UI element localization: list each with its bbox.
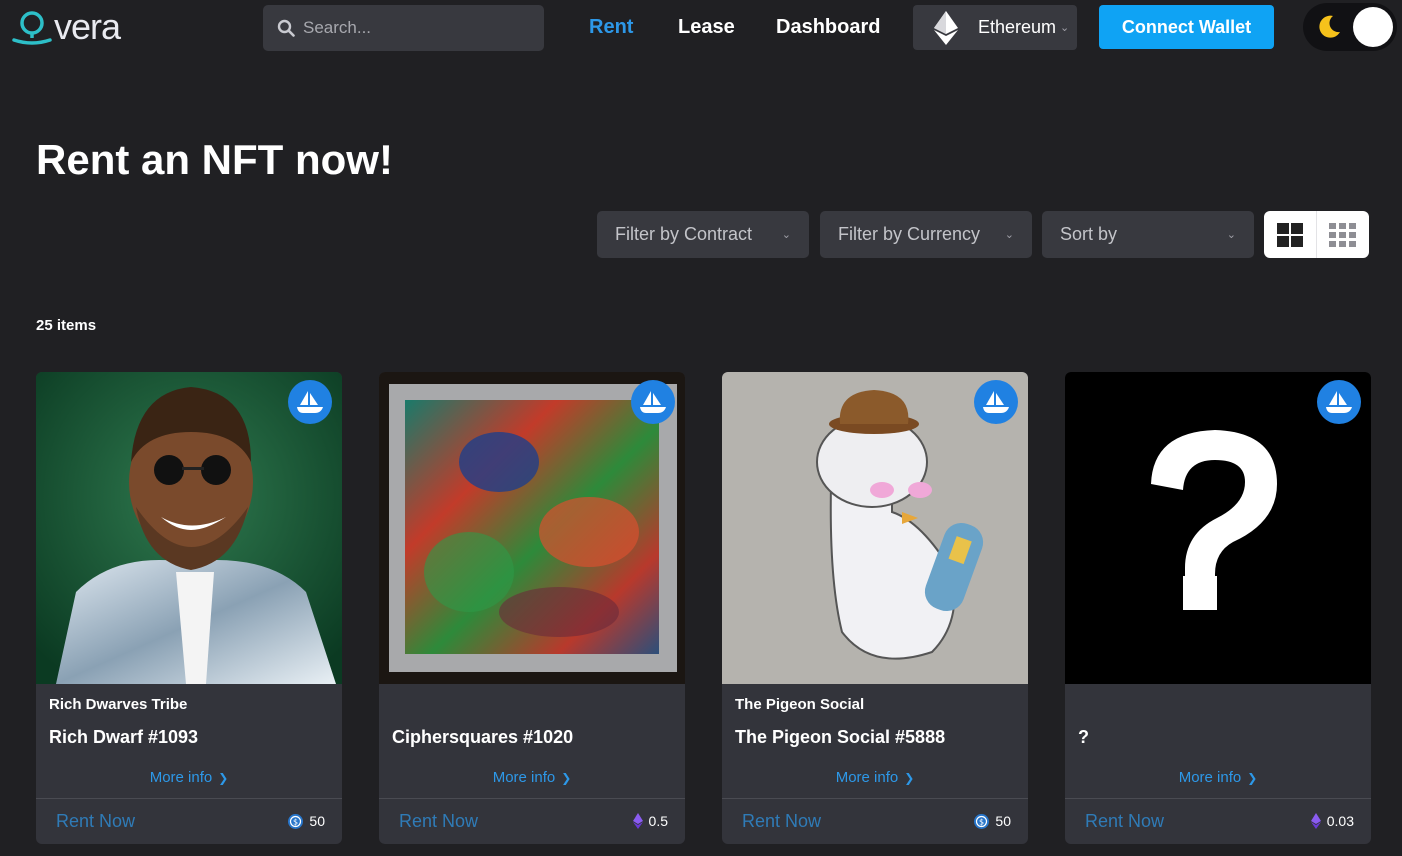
grid-large-view-button[interactable] [1264,211,1316,258]
opensea-link[interactable] [631,380,675,424]
weth-icon [1310,813,1321,829]
price-value: 0.03 [1326,813,1354,829]
filter-contract-label: Filter by Contract [615,224,753,244]
connect-wallet-button[interactable]: Connect Wallet [1099,5,1274,49]
vera-logo[interactable]: vera [12,6,121,47]
theme-toggle[interactable] [1303,3,1397,51]
opensea-icon [1326,391,1352,413]
search-icon [277,19,295,37]
nft-card[interactable]: Ciphersquares #1020 More info ❯ Rent Now … [379,372,685,844]
chevron-right-icon: ❯ [218,771,229,785]
chevron-down-icon: ⌄ [781,229,791,241]
nav-lease[interactable]: Lease [678,16,735,39]
rent-now-button[interactable]: Rent Now [1085,811,1164,832]
nft-name: Ciphersquares #1020 [392,727,574,747]
more-info-label: More info [492,769,556,786]
usdc-icon: $ [288,813,304,829]
more-info-label: More info [835,769,899,786]
opensea-link[interactable] [288,380,332,424]
opensea-icon [297,391,323,413]
svg-text:$: $ [293,817,298,826]
filter-currency-label: Filter by Currency [838,224,981,244]
network-label: Ethereum [978,17,1057,37]
svg-text:$: $ [979,817,984,826]
view-toggle [1264,211,1369,258]
chevron-down-icon: ⌄ [1226,229,1236,241]
nav-dashboard[interactable]: Dashboard [776,16,880,39]
moon-icon [1319,15,1340,38]
card-divider [722,798,1028,799]
nft-card[interactable]: The Pigeon Social The Pigeon Social #588… [722,372,1028,844]
opensea-link[interactable] [1317,380,1361,424]
top-navbar: vera Rent Lease Dashboard Ethereum ⌄ Con… [0,0,1402,58]
opensea-icon [983,391,1009,413]
more-info-link[interactable]: More info ❯ [36,769,342,786]
chevron-down-icon: ⌄ [1060,22,1070,34]
ethereum-icon [934,10,958,45]
nav-rent[interactable]: Rent [589,16,633,39]
more-info-label: More info [1178,769,1242,786]
usdc-icon: $ [974,813,990,829]
sort-label: Sort by [1060,224,1118,244]
weth-icon [632,813,643,829]
grid-small-icon [1329,222,1356,247]
filter-by-contract-dropdown[interactable]: Filter by Contract ⌄ [597,211,809,258]
sort-by-dropdown[interactable]: Sort by ⌄ [1042,211,1254,258]
rent-now-button[interactable]: Rent Now [399,811,478,832]
search-bar[interactable] [263,5,544,51]
grid-large-icon [1277,222,1303,247]
grid-small-view-button[interactable] [1316,211,1368,258]
price: $ 50 [974,813,1011,829]
network-selector[interactable]: Ethereum ⌄ [913,5,1077,50]
toggle-knob [1353,7,1393,47]
vera-logo-icon [12,11,52,45]
nft-image[interactable] [36,372,342,684]
price: 0.5 [632,813,668,829]
chevron-right-icon: ❯ [1247,771,1258,785]
rent-now-button[interactable]: Rent Now [742,811,821,832]
more-info-link[interactable]: More info ❯ [379,769,685,786]
chevron-right-icon: ❯ [561,771,572,785]
card-divider [379,798,685,799]
nft-image[interactable] [1065,372,1371,684]
price: 0.03 [1310,813,1354,829]
nft-name: Rich Dwarf #1093 [49,727,199,747]
collection-name: Rich Dwarves Tribe [49,696,188,713]
nft-image[interactable] [722,372,1028,684]
search-input[interactable] [303,18,523,38]
page-title: Rent an NFT now! [36,136,393,183]
nft-name: The Pigeon Social #5888 [735,727,946,747]
price-value: 50 [995,813,1011,829]
nft-card[interactable]: ? More info ❯ Rent Now 0.03 [1065,372,1371,844]
more-info-link[interactable]: More info ❯ [722,769,1028,786]
price: $ 50 [288,813,325,829]
card-divider [36,798,342,799]
nft-name: ? [1078,727,1089,747]
nft-card[interactable]: Rich Dwarves Tribe Rich Dwarf #1093 More… [36,372,342,844]
price-value: 50 [309,813,325,829]
rent-now-button[interactable]: Rent Now [56,811,135,832]
logo-text: vera [54,6,121,47]
chevron-right-icon: ❯ [904,771,915,785]
price-value: 0.5 [648,813,668,829]
opensea-link[interactable] [974,380,1018,424]
more-info-link[interactable]: More info ❯ [1065,769,1371,786]
item-count: 25 items [36,317,97,334]
opensea-icon [640,391,666,413]
card-divider [1065,798,1371,799]
more-info-label: More info [149,769,213,786]
collection-name: The Pigeon Social [735,696,865,713]
chevron-down-icon: ⌄ [1004,229,1014,241]
filter-by-currency-dropdown[interactable]: Filter by Currency ⌄ [820,211,1032,258]
nft-image[interactable] [379,372,685,684]
